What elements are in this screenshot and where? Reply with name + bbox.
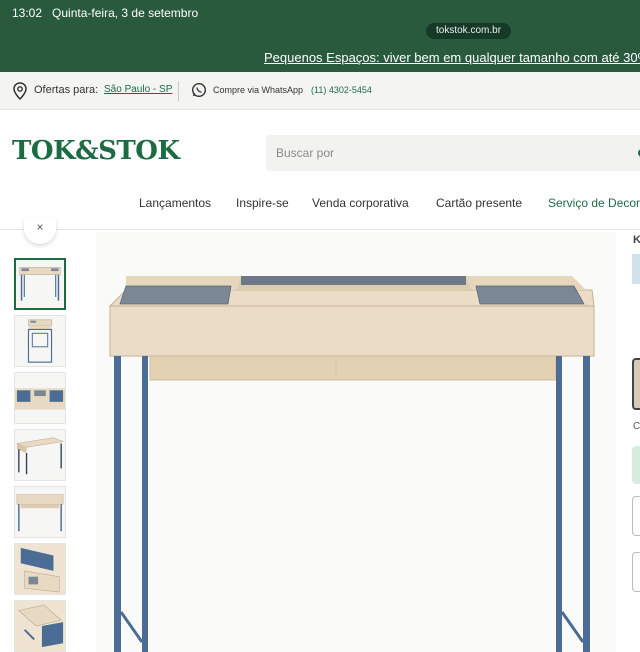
status-time: 13:02 Quinta-feira, 3 de setembro (12, 6, 199, 20)
nav-item-venda-corporativa[interactable]: Venda corporativa (312, 196, 409, 210)
option-box[interactable] (632, 552, 640, 592)
gallery-thumbnail[interactable] (14, 372, 66, 424)
url-pill[interactable]: tokstok.com.br (426, 23, 512, 39)
top-promo-bar: 13:02 Quinta-feira, 3 de setembro toksto… (0, 0, 640, 72)
product-title-highlight (632, 254, 640, 284)
location-pin-icon (13, 82, 27, 100)
color-swatch[interactable] (632, 358, 640, 410)
tokstok-logo[interactable]: TOK&STOK (12, 136, 180, 166)
main-nav: Lançamentos Inspire-se Venda corporativa… (0, 192, 640, 216)
whatsapp-phone-link[interactable]: (11) 4302-5454 (311, 85, 372, 95)
whatsapp-icon (191, 82, 207, 98)
info-divider (178, 81, 179, 101)
option-label: C (633, 421, 640, 432)
offers-city-link[interactable]: São Paulo - SP (104, 84, 172, 95)
whatsapp-label: Compre via WhatsApp (213, 85, 304, 95)
promo-link[interactable]: Pequenos Espaços: viver bem em qualquer … (264, 50, 640, 65)
gallery-thumbnail[interactable] (14, 600, 66, 652)
nav-item-lancamentos[interactable]: Lançamentos (139, 196, 211, 210)
gallery-thumbnail[interactable] (14, 543, 66, 595)
search-input[interactable]: Buscar por (276, 146, 334, 160)
main-product-image[interactable] (96, 232, 616, 652)
search-bar[interactable]: Buscar por (266, 135, 640, 171)
buy-button[interactable] (632, 446, 640, 484)
product-brand-label: K (633, 234, 640, 246)
gallery-thumbnail[interactable] (14, 429, 66, 481)
gallery-thumbnail[interactable] (14, 258, 66, 310)
nav-item-cartao-presente[interactable]: Cartão presente (436, 196, 522, 210)
gallery-thumbnail[interactable] (14, 315, 66, 367)
offers-label: Ofertas para: (34, 84, 99, 96)
gallery-thumbnail[interactable] (14, 486, 66, 538)
nav-item-inspire-se[interactable]: Inspire-se (236, 196, 289, 210)
nav-item-servico-decoracao[interactable]: Serviço de Decoração (548, 196, 640, 210)
option-box[interactable] (632, 496, 640, 536)
